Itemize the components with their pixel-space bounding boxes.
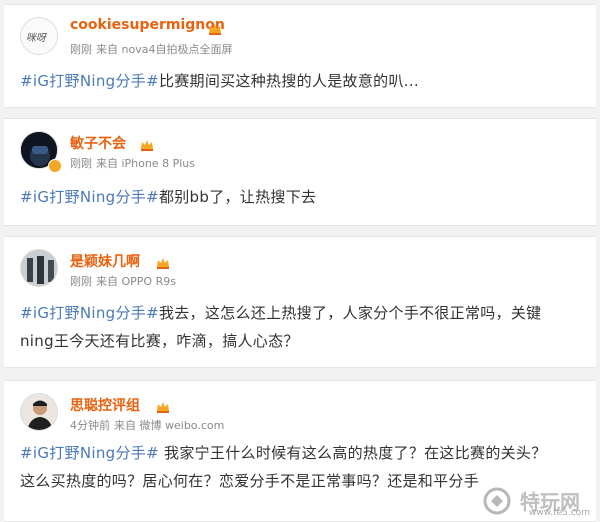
post-body: 都别bb了，让热搜下去 — [158, 188, 317, 206]
watermark-logo-icon — [483, 487, 511, 515]
vip-crown-icon — [156, 254, 170, 273]
vip-crown-icon — [140, 136, 154, 155]
avatar-image — [21, 394, 57, 430]
post-source: 来自 OPPO R9s — [96, 275, 176, 288]
username[interactable]: 思聪控评组 — [70, 395, 140, 415]
post-text: #iG打野Ning分手#我去，这怎么还上热搜了，人家分个手不很正常吗，关键 ni… — [20, 299, 582, 355]
topic-link[interactable]: #iG打野Ning分手# — [20, 444, 159, 462]
post-time: 4分钟前 — [70, 419, 110, 432]
vip-crown-icon — [208, 20, 222, 39]
post-text: #iG打野Ning分手#都别bb了，让热搜下去 — [20, 183, 582, 211]
post-time: 刚刚 — [70, 275, 92, 288]
username[interactable]: 是颖妹几啊 — [70, 251, 140, 271]
post-source: 来自 iPhone 8 Plus — [96, 157, 196, 170]
weibo-post-3: 是颖妹几啊 刚刚 来自 OPPO R9s #iG打野Ning分手#我去，这怎么还上… — [4, 236, 596, 368]
post-body-line-1: 我家宁王什么时候有这么高的热度了？在这比赛的关头？ — [158, 444, 547, 462]
topic-link[interactable]: #iG打野Ning分手# — [20, 188, 159, 206]
avatar[interactable]: 咪呀 — [20, 17, 58, 55]
watermark-url: www.te5.com — [529, 508, 590, 518]
post-body-line-2: ning王今天还有比赛，咋滴，搞人心态？ — [20, 332, 299, 350]
username[interactable]: 敏子不会 — [70, 133, 126, 153]
post-text: #iG打野Ning分手#比赛期间买这种热搜的人是故意的叭... — [20, 67, 582, 95]
weibo-post-2: 敏子不会 刚刚 来自 iPhone 8 Plus #iG打野Ning分手#都别bb… — [4, 118, 596, 226]
post-meta: 刚刚 来自 nova4自拍极点全面屏 — [70, 41, 232, 57]
username[interactable]: cookiesupermignon — [70, 17, 225, 33]
avatar[interactable] — [20, 249, 58, 287]
topic-link[interactable]: #iG打野Ning分手# — [20, 72, 159, 90]
avatar-image — [21, 250, 57, 286]
avatar[interactable] — [20, 393, 58, 431]
vip-crown-icon — [156, 398, 170, 417]
post-source: 来自 微博 weibo.com — [114, 419, 225, 432]
te5-watermark: 特玩网 www.te5.com — [482, 486, 592, 518]
post-meta: 刚刚 来自 iPhone 8 Plus — [70, 155, 195, 171]
topic-link[interactable]: #iG打野Ning分手# — [20, 304, 159, 322]
post-body: 比赛期间买这种热搜的人是故意的叭... — [158, 72, 419, 90]
post-meta: 刚刚 来自 OPPO R9s — [70, 273, 176, 289]
verified-badge-icon — [48, 159, 62, 173]
post-source: 来自 nova4自拍极点全面屏 — [96, 43, 233, 56]
post-time: 刚刚 — [70, 43, 92, 56]
post-meta: 4分钟前 来自 微博 weibo.com — [70, 417, 224, 433]
weibo-post-1: 咪呀 cookiesupermignon 刚刚 来自 nova4自拍极点全面屏 #… — [4, 4, 596, 108]
avatar-signature-text: 咪呀 — [26, 33, 46, 44]
post-time: 刚刚 — [70, 157, 92, 170]
post-body-line-1: 我去，这怎么还上热搜了，人家分个手不很正常吗，关键 — [158, 304, 542, 322]
